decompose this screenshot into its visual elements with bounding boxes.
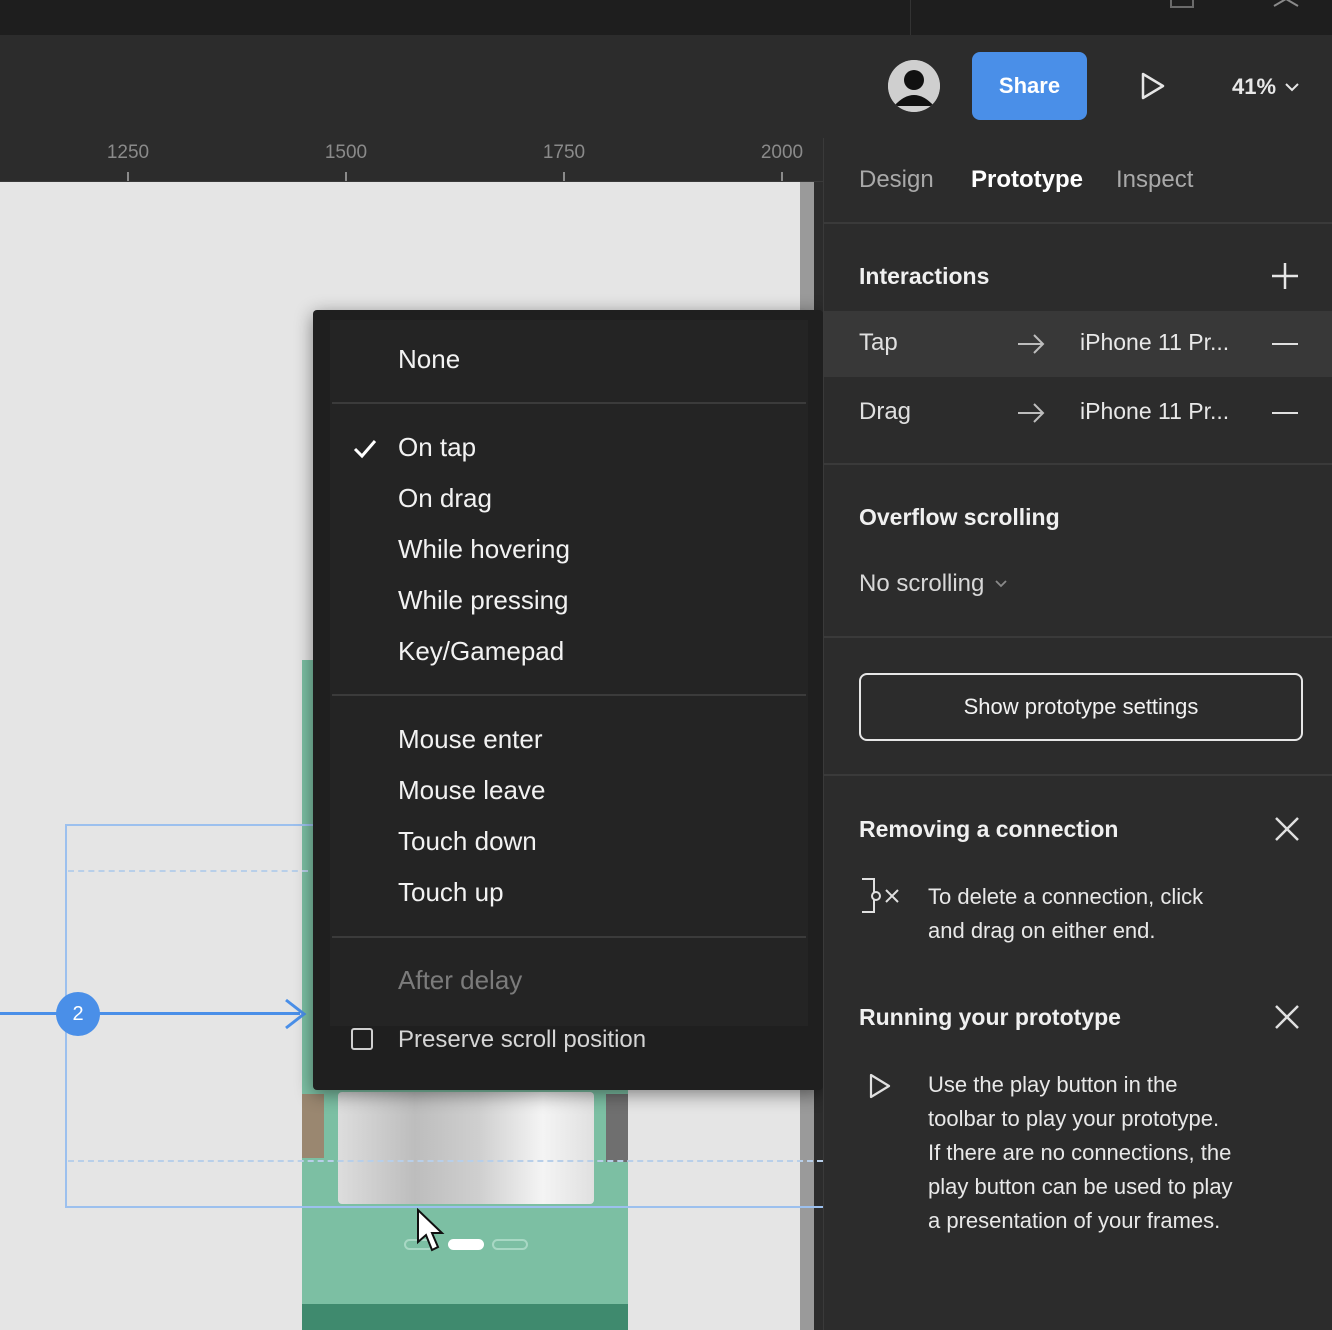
menu-divider bbox=[332, 936, 806, 938]
ruler-tick bbox=[127, 172, 129, 181]
guide-line bbox=[68, 1160, 823, 1162]
connection-remove-icon bbox=[862, 878, 899, 913]
user-icon bbox=[888, 60, 940, 112]
interaction-destination: iPhone 11 Pr... bbox=[1080, 398, 1230, 424]
arrow-right-icon bbox=[1018, 403, 1045, 423]
connection-line[interactable] bbox=[0, 1012, 300, 1015]
menu-item-none[interactable]: None bbox=[398, 344, 460, 375]
tip-title: Removing a connection bbox=[859, 816, 1119, 842]
ruler-tick-label: 1500 bbox=[324, 142, 368, 163]
mouse-cursor-icon bbox=[417, 1208, 445, 1252]
ruler-tick bbox=[563, 172, 565, 181]
menu-item-while-hovering[interactable]: While hovering bbox=[398, 534, 570, 565]
flow-number-badge[interactable]: 2 bbox=[56, 992, 100, 1036]
ruler-tick bbox=[345, 172, 347, 181]
interactions-title: Interactions bbox=[859, 263, 990, 289]
preserve-scroll-label: Preserve scroll position bbox=[398, 1026, 647, 1053]
interaction-row[interactable]: Drag iPhone 11 Pr... bbox=[824, 380, 1332, 446]
show-prototype-settings-button[interactable]: Show prototype settings bbox=[859, 673, 1303, 741]
tab-inspect[interactable]: Inspect bbox=[1116, 166, 1193, 194]
overflow-scrolling-value: No scrolling bbox=[859, 570, 985, 597]
tip-text-line: a presentation of your frames. bbox=[928, 1208, 1221, 1233]
tip-title: Running your prototype bbox=[859, 1004, 1121, 1030]
tip-text-line: play button can be used to play bbox=[928, 1174, 1233, 1199]
tip-text-line: To delete a connection, click bbox=[928, 884, 1204, 909]
ruler-tick-label: 1250 bbox=[106, 142, 150, 163]
title-bar-divider bbox=[910, 0, 911, 35]
chevron-down-icon bbox=[995, 580, 1008, 588]
menu-item-while-pressing[interactable]: While pressing bbox=[398, 585, 569, 616]
overflow-scrolling-dropdown[interactable]: No scrolling bbox=[859, 570, 1008, 598]
horizontal-ruler: 1250 1500 1750 2000 bbox=[0, 138, 823, 182]
maximize-window-icon[interactable] bbox=[1170, 0, 1194, 8]
arrow-right-icon bbox=[1018, 334, 1045, 354]
interaction-destination: iPhone 11 Pr... bbox=[1080, 329, 1230, 355]
tab-design[interactable]: Design bbox=[859, 166, 934, 194]
ruler-tick-label: 1750 bbox=[542, 142, 586, 163]
carousel-dot[interactable] bbox=[492, 1239, 528, 1250]
chevron-down-icon bbox=[1285, 83, 1299, 92]
trigger-menu-list bbox=[330, 320, 808, 1026]
menu-item-touch-up[interactable]: Touch up bbox=[398, 877, 504, 908]
guide-line bbox=[68, 870, 308, 872]
os-title-bar bbox=[0, 0, 1332, 35]
tip-text-line: toolbar to play your prototype. bbox=[928, 1106, 1220, 1131]
tip-text-line: and drag on either end. bbox=[928, 918, 1156, 943]
share-button[interactable]: Share bbox=[972, 52, 1087, 120]
interaction-trigger: Drag bbox=[859, 398, 912, 425]
tip-text-line: If there are no connections, the bbox=[928, 1140, 1232, 1165]
interaction-trigger: Tap bbox=[859, 329, 898, 356]
panel-divider bbox=[824, 636, 1332, 638]
remove-interaction-icon[interactable] bbox=[1272, 343, 1298, 345]
panel-divider bbox=[824, 463, 1332, 465]
ruler-tick-label: 2000 bbox=[760, 142, 804, 163]
connection-arrow-icon bbox=[285, 998, 307, 1030]
add-interaction-icon[interactable] bbox=[1268, 259, 1302, 293]
ruler-tick bbox=[781, 172, 783, 181]
carousel-dot-active[interactable] bbox=[448, 1239, 484, 1250]
avatar[interactable] bbox=[888, 60, 940, 112]
close-window-icon[interactable] bbox=[1272, 0, 1300, 8]
zoom-dropdown[interactable]: 41% bbox=[1232, 70, 1300, 104]
overflow-scrolling-title: Overflow scrolling bbox=[859, 504, 1060, 530]
menu-item-mouse-enter[interactable]: Mouse enter bbox=[398, 724, 543, 755]
menu-item-key-gamepad[interactable]: Key/Gamepad bbox=[398, 636, 564, 667]
interaction-row[interactable]: Tap iPhone 11 Pr... bbox=[824, 311, 1332, 377]
panel-divider bbox=[824, 774, 1332, 776]
phone-tab-bar bbox=[302, 1304, 628, 1330]
tip-text-line: Use the play button in the bbox=[928, 1072, 1178, 1097]
remove-interaction-icon[interactable] bbox=[1272, 412, 1298, 414]
menu-item-on-drag[interactable]: On drag bbox=[398, 483, 492, 514]
preserve-scroll-checkbox[interactable] bbox=[351, 1028, 373, 1050]
play-icon[interactable] bbox=[1132, 66, 1172, 106]
zoom-label: 41% bbox=[1232, 74, 1277, 99]
menu-item-on-tap[interactable]: On tap bbox=[398, 432, 476, 463]
checkmark-icon bbox=[353, 440, 377, 459]
menu-divider bbox=[332, 402, 806, 404]
menu-item-mouse-leave[interactable]: Mouse leave bbox=[398, 775, 545, 806]
close-icon[interactable] bbox=[1272, 1002, 1302, 1032]
menu-item-after-delay: After delay bbox=[398, 965, 523, 995]
close-icon[interactable] bbox=[1272, 814, 1302, 844]
panel-divider bbox=[824, 222, 1332, 224]
play-icon bbox=[869, 1073, 891, 1099]
tab-prototype[interactable]: Prototype bbox=[971, 166, 1083, 194]
menu-item-touch-down[interactable]: Touch down bbox=[398, 826, 537, 857]
menu-divider bbox=[332, 694, 806, 696]
